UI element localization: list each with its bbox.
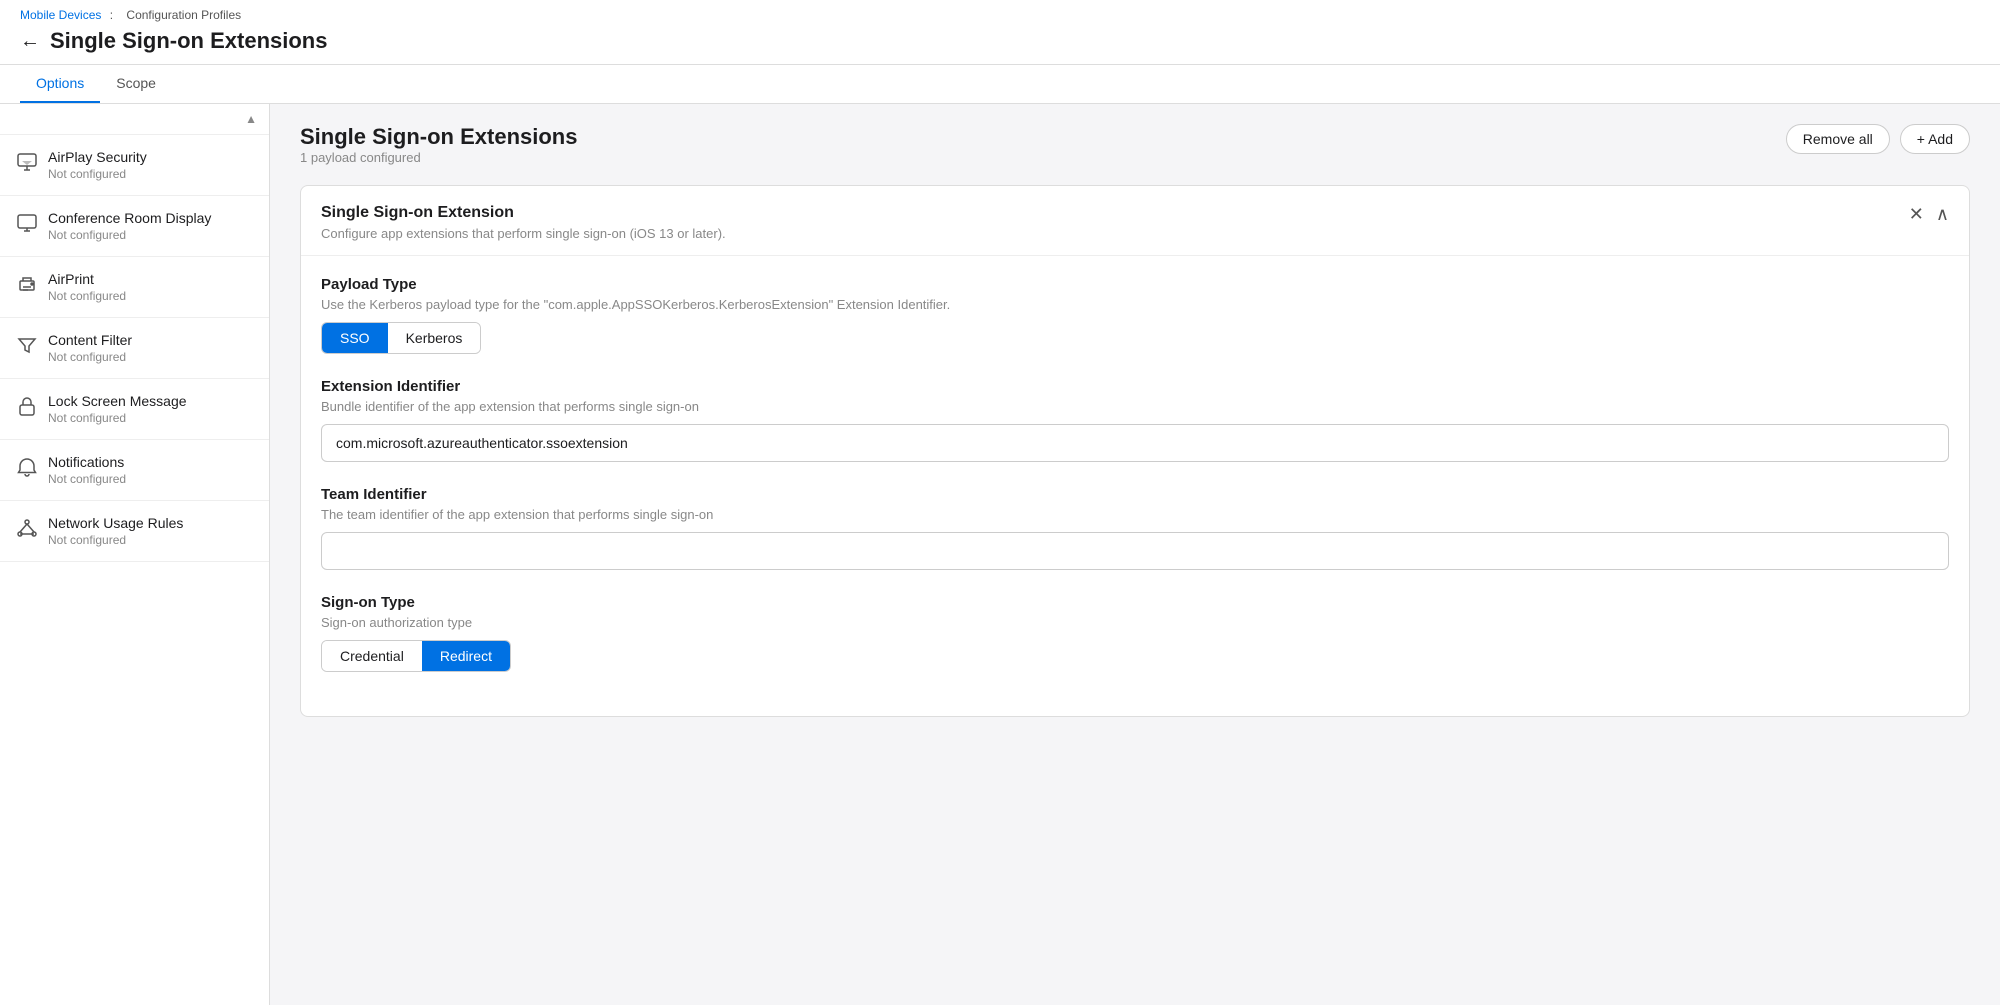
sidebar-notif-status: Not configured xyxy=(48,472,126,486)
sidebar-filter-title: Content Filter xyxy=(48,332,132,348)
team-id-label: Team Identifier xyxy=(321,486,1949,503)
breadcrumb-parent[interactable]: Mobile Devices xyxy=(20,8,101,22)
sidebar-lock-status: Not configured xyxy=(48,411,187,425)
filter-icon xyxy=(16,334,38,356)
sidebar-network-status: Not configured xyxy=(48,533,183,547)
page-title: Single Sign-on Extensions xyxy=(50,28,327,54)
payload-type-desc: Use the Kerberos payload type for the "c… xyxy=(321,297,1949,312)
back-button[interactable]: ← xyxy=(20,30,40,53)
sidebar-airprint-title: AirPrint xyxy=(48,271,126,287)
extension-identifier-section: Extension Identifier Bundle identifier o… xyxy=(321,378,1949,462)
ext-id-label: Extension Identifier xyxy=(321,378,1949,395)
close-button[interactable]: ✕ xyxy=(1909,204,1924,225)
section-subtitle: 1 payload configured xyxy=(300,150,577,165)
tab-options[interactable]: Options xyxy=(20,65,100,103)
sidebar-conference-title: Conference Room Display xyxy=(48,210,211,226)
payload-type-section: Payload Type Use the Kerberos payload ty… xyxy=(321,276,1949,354)
display-icon xyxy=(16,212,38,234)
remove-all-button[interactable]: Remove all xyxy=(1786,124,1890,154)
sign-on-type-section: Sign-on Type Sign-on authorization type … xyxy=(321,594,1949,672)
sidebar-airplay-title: AirPlay Security xyxy=(48,149,147,165)
bell-icon xyxy=(16,456,38,478)
payload-kerberos-btn[interactable]: Kerberos xyxy=(388,323,481,353)
breadcrumb: Mobile Devices : Configuration Profiles xyxy=(20,8,1980,22)
sidebar-lock-title: Lock Screen Message xyxy=(48,393,187,409)
sign-on-label: Sign-on Type xyxy=(321,594,1949,611)
sidebar-filter-status: Not configured xyxy=(48,350,132,364)
sso-extension-card: Single Sign-on Extension Configure app e… xyxy=(300,185,1970,717)
sign-on-redirect-btn[interactable]: Redirect xyxy=(422,641,510,671)
sidebar-scroll-up: ▲ xyxy=(0,104,269,135)
sidebar-item-lock-screen[interactable]: Lock Screen Message Not configured xyxy=(0,379,269,440)
lock-icon xyxy=(16,395,38,417)
sign-on-type-toggle: Credential Redirect xyxy=(321,640,511,672)
sidebar-item-airplay-security[interactable]: AirPlay Security Not configured xyxy=(0,135,269,196)
card-body: Payload Type Use the Kerberos payload ty… xyxy=(301,256,1969,716)
airplay-icon xyxy=(16,151,38,173)
sidebar-network-title: Network Usage Rules xyxy=(48,515,183,531)
sign-on-credential-btn[interactable]: Credential xyxy=(322,641,422,671)
card-desc: Configure app extensions that perform si… xyxy=(321,226,726,241)
main-content: Single Sign-on Extensions 1 payload conf… xyxy=(270,104,2000,1005)
sidebar-item-network-usage[interactable]: Network Usage Rules Not configured xyxy=(0,501,269,562)
print-icon xyxy=(16,273,38,295)
payload-type-label: Payload Type xyxy=(321,276,1949,293)
collapse-button[interactable]: ∧ xyxy=(1936,204,1949,225)
payload-type-toggle: SSO Kerberos xyxy=(321,322,481,354)
team-id-desc: The team identifier of the app extension… xyxy=(321,507,1949,522)
payload-sso-btn[interactable]: SSO xyxy=(322,323,388,353)
team-identifier-input[interactable] xyxy=(321,532,1949,570)
tabs-bar: Options Scope xyxy=(0,65,2000,104)
card-title: Single Sign-on Extension xyxy=(321,204,726,222)
breadcrumb-child: Configuration Profiles xyxy=(126,8,241,22)
sidebar-item-content-filter[interactable]: Content Filter Not configured xyxy=(0,318,269,379)
sidebar: ▲ AirPlay Security Not configured Confer… xyxy=(0,104,270,1005)
sidebar-item-airprint[interactable]: AirPrint Not configured xyxy=(0,257,269,318)
tab-scope[interactable]: Scope xyxy=(100,65,172,103)
ext-id-desc: Bundle identifier of the app extension t… xyxy=(321,399,1949,414)
network-icon xyxy=(16,517,38,539)
sidebar-airplay-status: Not configured xyxy=(48,167,147,181)
team-identifier-section: Team Identifier The team identifier of t… xyxy=(321,486,1949,570)
sidebar-airprint-status: Not configured xyxy=(48,289,126,303)
add-button[interactable]: + Add xyxy=(1900,124,1970,154)
sidebar-notif-title: Notifications xyxy=(48,454,126,470)
sidebar-item-conference-room[interactable]: Conference Room Display Not configured xyxy=(0,196,269,257)
section-title: Single Sign-on Extensions xyxy=(300,124,577,150)
breadcrumb-separator: : xyxy=(110,8,113,22)
card-header: Single Sign-on Extension Configure app e… xyxy=(301,186,1969,256)
extension-identifier-input[interactable] xyxy=(321,424,1949,462)
sidebar-conference-status: Not configured xyxy=(48,228,211,242)
sidebar-item-notifications[interactable]: Notifications Not configured xyxy=(0,440,269,501)
sidebar-scroll-up-btn[interactable]: ▲ xyxy=(241,108,261,130)
sign-on-desc: Sign-on authorization type xyxy=(321,615,1949,630)
